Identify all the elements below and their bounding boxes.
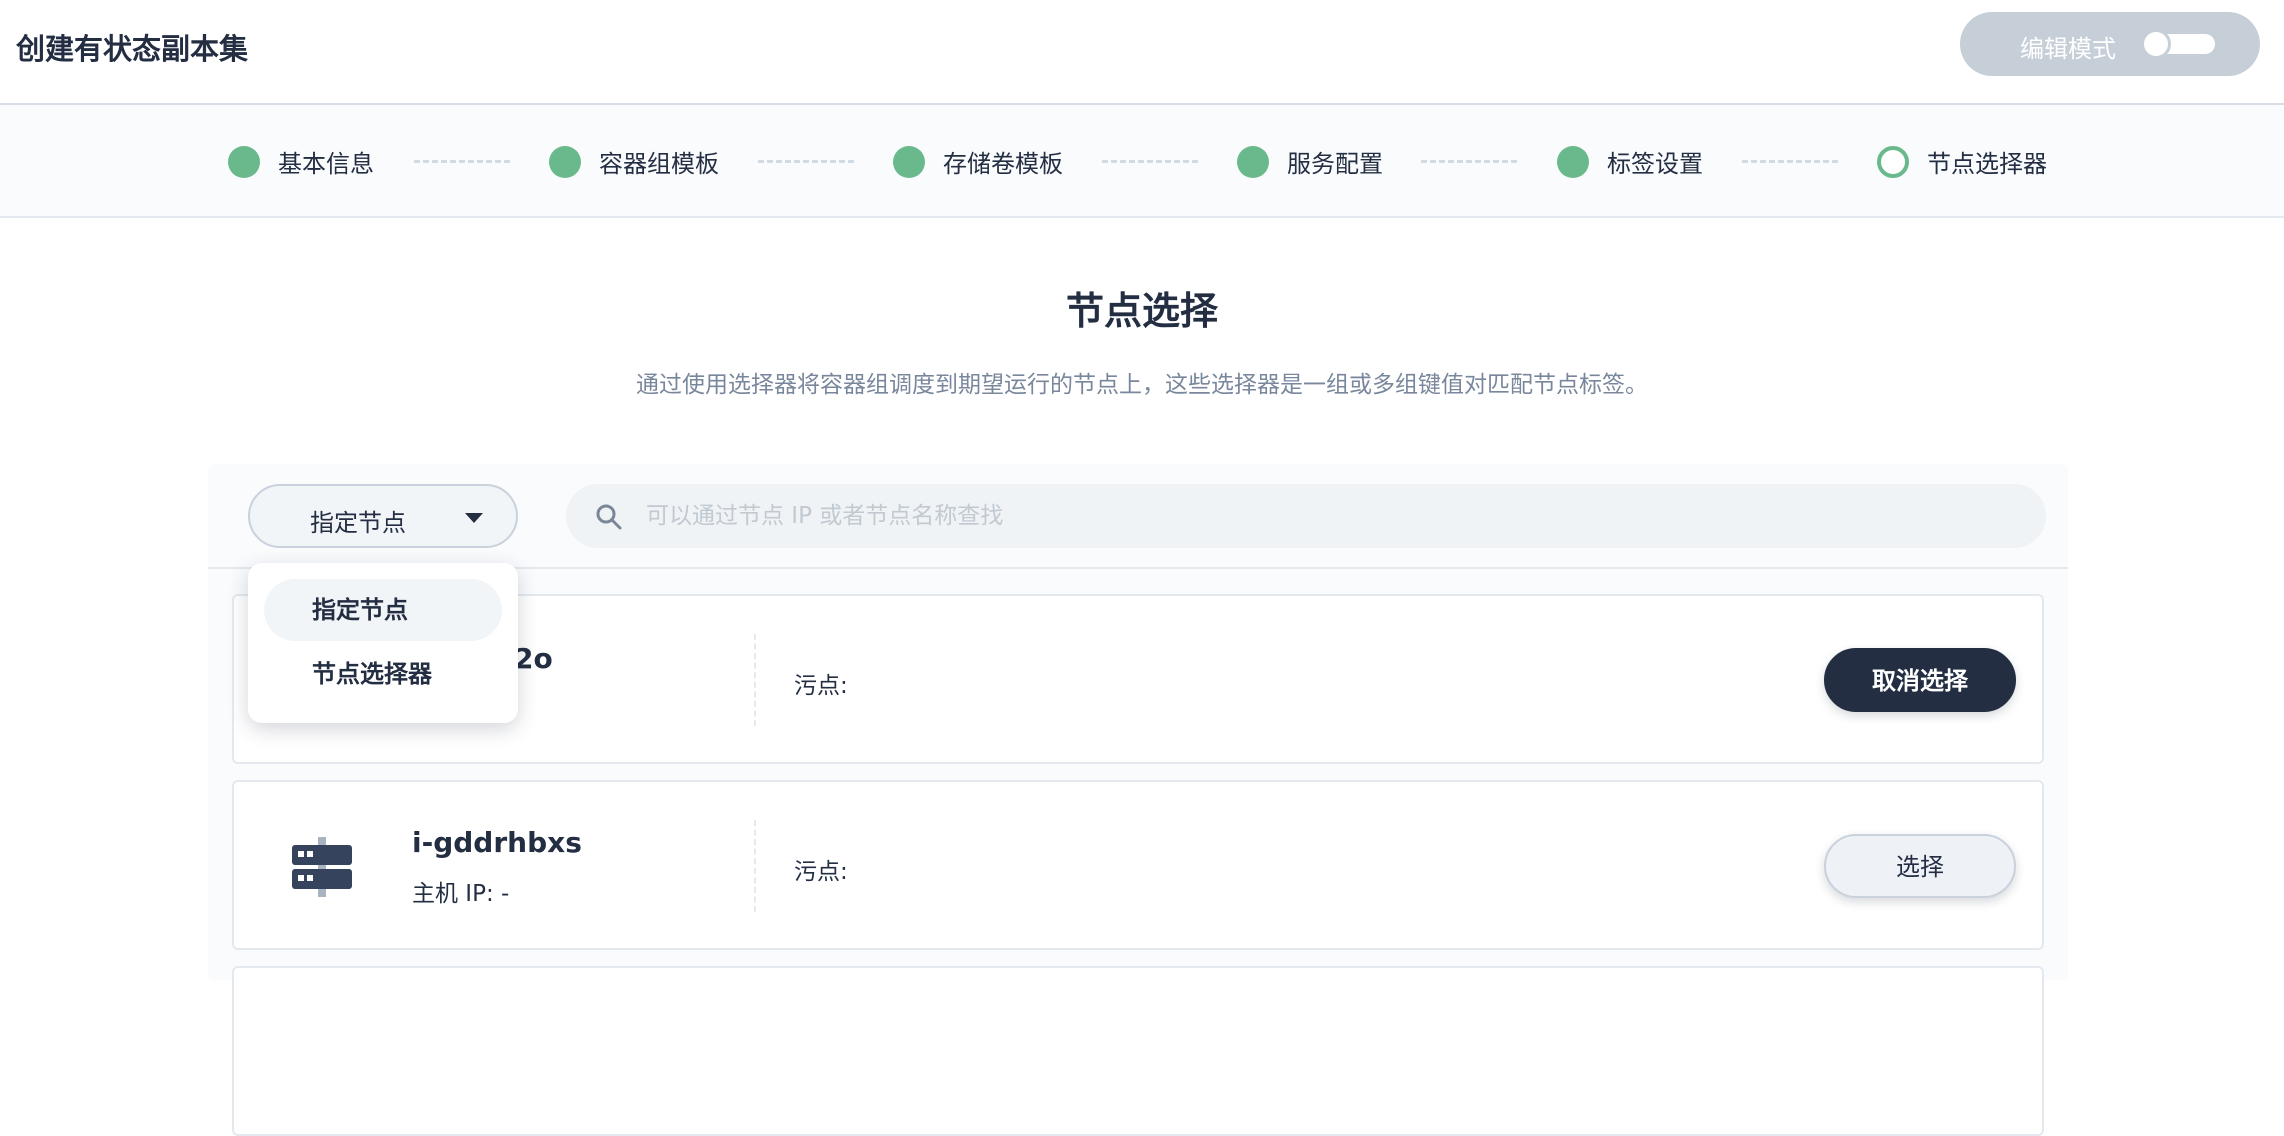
step-done-icon: [893, 145, 925, 178]
edit-mode-toggle[interactable]: 编辑模式: [1960, 12, 2260, 76]
step-pod-template[interactable]: 容器组模板: [549, 105, 719, 218]
taint-label: 污点:: [794, 673, 848, 699]
section-description: 通过使用选择器将容器组调度到期望运行的节点上，这些选择器是一组或多组键值对匹配节…: [636, 372, 1648, 398]
taint-label: 污点:: [794, 859, 848, 885]
page-title: 创建有状态副本集: [16, 32, 249, 66]
node-mode-dropdown: 指定节点 节点选择器: [248, 563, 518, 723]
node-ip: 主机 IP: -: [412, 881, 510, 907]
step-done-icon: [549, 145, 581, 178]
node-card: [232, 966, 2044, 1136]
section-title: 节点选择: [1065, 289, 1218, 333]
toggle-knob[interactable]: [2141, 29, 2171, 59]
node-mode-select[interactable]: 指定节点: [248, 484, 518, 548]
card-divider: [754, 820, 756, 912]
step-separator: [1742, 160, 1838, 163]
node-search-box[interactable]: [566, 484, 2046, 548]
search-icon: [596, 504, 622, 530]
step-label: 节点选择器: [1927, 150, 2047, 178]
step-separator: [1421, 160, 1517, 163]
step-done-icon: [1557, 145, 1589, 178]
step-separator: [414, 160, 510, 163]
step-label: 标签设置: [1607, 150, 1703, 178]
search-input[interactable]: [646, 496, 2026, 536]
step-current-icon: [1877, 145, 1909, 178]
card-divider: [754, 634, 756, 726]
wizard-stepper: 基本信息 容器组模板 存储卷模板 服务配置 标签设置 节点选择器: [0, 105, 2284, 218]
step-label: 存储卷模板: [943, 150, 1063, 178]
node-card: i-gddrhbxs 主机 IP: - 污点: 选择: [232, 780, 2044, 950]
panel-toolbar: 指定节点: [208, 464, 2068, 569]
node-name: i-gddrhbxs: [412, 826, 582, 859]
caret-down-icon: [465, 513, 483, 523]
select-button[interactable]: 选择: [1824, 834, 2016, 898]
step-done-icon: [1237, 145, 1269, 178]
step-label-settings[interactable]: 标签设置: [1557, 105, 1703, 218]
dropdown-option-specify-node[interactable]: 指定节点: [264, 579, 502, 641]
edit-mode-label: 编辑模式: [2020, 35, 2116, 63]
step-node-selector[interactable]: 节点选择器: [1877, 105, 2047, 218]
step-separator: [1102, 160, 1198, 163]
step-label: 基本信息: [278, 150, 374, 178]
server-icon: [292, 837, 352, 897]
step-label: 服务配置: [1287, 150, 1383, 178]
step-basic-info[interactable]: 基本信息: [228, 105, 374, 218]
deselect-button[interactable]: 取消选择: [1824, 648, 2016, 712]
step-separator: [758, 160, 854, 163]
node-name: 2o: [514, 642, 553, 675]
step-volume-template[interactable]: 存储卷模板: [893, 105, 1063, 218]
step-service-config[interactable]: 服务配置: [1237, 105, 1383, 218]
dropdown-option-node-selector[interactable]: 节点选择器: [264, 643, 502, 705]
step-done-icon: [228, 145, 260, 178]
page-header: 创建有状态副本集 编辑模式: [0, 0, 2284, 105]
select-value: 指定节点: [310, 509, 406, 537]
step-label: 容器组模板: [599, 150, 719, 178]
